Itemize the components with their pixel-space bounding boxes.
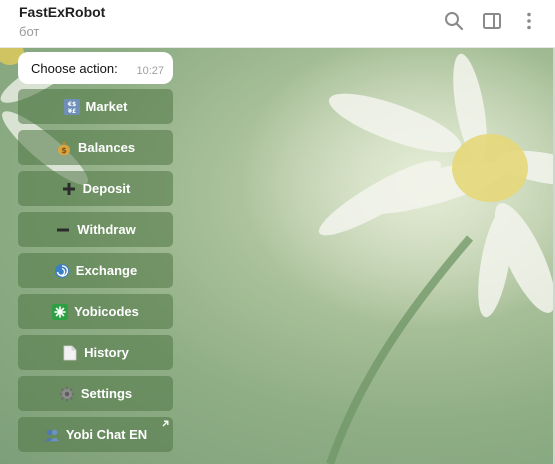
sparkle-icon (52, 303, 69, 320)
yobicodes-label: Yobicodes (74, 304, 139, 319)
market-button[interactable]: €$ ¥£ Market (18, 89, 173, 124)
bot-message: Choose action: 10:27 (18, 52, 173, 84)
message-time: 10:27 (136, 65, 164, 77)
history-label: History (84, 345, 129, 360)
deposit-button[interactable]: Deposit (18, 171, 173, 206)
chat-title[interactable]: FastExRobot (19, 4, 105, 20)
chat-background: Choose action: 10:27 €$ ¥£ Market $ Bala… (0, 48, 555, 464)
more-vertical-icon[interactable] (518, 10, 540, 32)
withdraw-label: Withdraw (77, 222, 136, 237)
sidebar-toggle-icon[interactable] (481, 10, 503, 32)
minus-icon (55, 222, 71, 238)
exchange-button[interactable]: Exchange (18, 253, 173, 288)
external-link-icon (162, 420, 169, 427)
settings-button[interactable]: Settings (18, 376, 173, 411)
chat-subtitle: бот (19, 24, 40, 39)
market-label: Market (85, 99, 128, 114)
exchange-rates-icon: €$ ¥£ (63, 98, 80, 115)
search-icon[interactable] (443, 10, 465, 32)
withdraw-button[interactable]: Withdraw (18, 212, 173, 247)
settings-label: Settings (80, 386, 133, 401)
yobi-chat-button[interactable]: Yobi Chat EN (18, 417, 173, 452)
document-icon (62, 345, 78, 361)
balances-label: Balances (77, 140, 136, 155)
gear-icon (59, 386, 75, 402)
svg-text:€$: €$ (66, 101, 75, 108)
deposit-label: Deposit (82, 181, 131, 196)
yobi-chat-label: Yobi Chat EN (65, 427, 148, 442)
cyclone-icon (54, 263, 70, 279)
history-button[interactable]: History (18, 335, 173, 370)
exchange-label: Exchange (75, 263, 138, 278)
yobicodes-button[interactable]: Yobicodes (18, 294, 173, 329)
balances-button[interactable]: $ Balances (18, 130, 173, 165)
telegram-window: FastExRobot бот Choose action: 10:27 €$ … (0, 0, 555, 464)
money-bag-icon: $ (56, 140, 72, 156)
message-text: Choose action: (31, 61, 118, 76)
svg-text:¥£: ¥£ (67, 108, 75, 115)
people-icon (44, 427, 60, 443)
plus-icon (61, 181, 77, 197)
chat-header: FastExRobot бот (0, 0, 555, 48)
svg-text:$: $ (61, 146, 67, 155)
